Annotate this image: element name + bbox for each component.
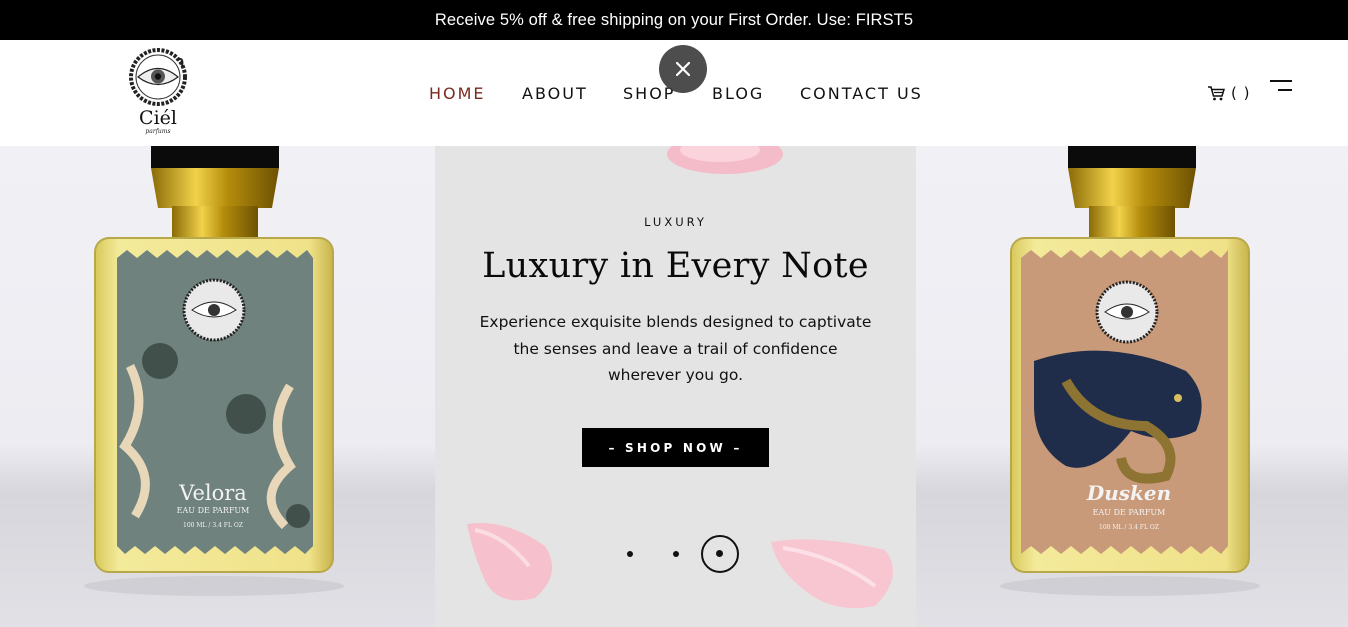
slide-dot-3-active[interactable] bbox=[701, 535, 739, 573]
perfume-bottle-velora: Velora EAU DE PARFUM 100 ML / 3.4 FL OZ bbox=[84, 146, 344, 596]
nav-home[interactable]: HOME bbox=[429, 84, 486, 103]
perfume-bottle-dusken: Dusken EAU DE PARFUM 100 ML / 3.4 FL OZ bbox=[1000, 146, 1260, 596]
product-size-velora: 100 ML / 3.4 FL OZ bbox=[183, 522, 243, 529]
close-button[interactable] bbox=[659, 45, 707, 93]
hero-title: Luxury in Every Note bbox=[482, 246, 869, 286]
slide-dot-2[interactable] bbox=[673, 551, 679, 557]
nav-about[interactable]: ABOUT bbox=[522, 84, 588, 103]
slider-pagination bbox=[435, 534, 916, 574]
product-type-velora: EAU DE PARFUM bbox=[177, 506, 250, 515]
product-size-dusken: 100 ML / 3.4 FL OZ bbox=[1099, 524, 1159, 531]
hero-content: LUXURY Luxury in Every Note Experience e… bbox=[435, 146, 916, 627]
hero-description-line: the senses and leave a trail of confiden… bbox=[513, 339, 838, 358]
slide-dot-1[interactable] bbox=[627, 551, 633, 557]
cart-count: ( ) bbox=[1231, 84, 1251, 102]
menu-line-icon bbox=[1270, 80, 1292, 82]
product-name-velora: Velora bbox=[178, 481, 247, 505]
brand-name: Ciél bbox=[139, 107, 177, 129]
announcement-bar: Receive 5% off & free shipping on your F… bbox=[0, 0, 1348, 40]
site-header: Ciél parfums HOME ABOUT SHOP BLOG CONTAC… bbox=[0, 40, 1348, 146]
hero-description: Experience exquisite blends designed to … bbox=[465, 309, 886, 389]
product-type-dusken: EAU DE PARFUM bbox=[1093, 508, 1166, 517]
close-icon bbox=[675, 61, 691, 77]
hero-eyebrow: LUXURY bbox=[644, 215, 707, 229]
nav-contact-us[interactable]: CONTACT US bbox=[800, 84, 923, 103]
hero-description-line: wherever you go. bbox=[608, 366, 743, 384]
menu-toggle-button[interactable] bbox=[1266, 78, 1292, 96]
product-name-dusken: Dusken bbox=[1086, 481, 1171, 505]
brand-sub: parfums bbox=[145, 128, 171, 135]
nav-blog[interactable]: BLOG bbox=[712, 84, 764, 103]
shop-now-button[interactable]: – SHOP NOW – bbox=[582, 428, 769, 467]
product-image-velora[interactable]: Velora EAU DE PARFUM 100 ML / 3.4 FL OZ bbox=[0, 146, 435, 627]
menu-line-icon bbox=[1278, 89, 1292, 91]
hero-description-line: Experience exquisite blends designed to … bbox=[479, 313, 872, 331]
cart-icon bbox=[1208, 86, 1225, 101]
hero-slider: Velora EAU DE PARFUM 100 ML / 3.4 FL OZ … bbox=[0, 146, 1348, 627]
product-image-dusken[interactable]: Dusken EAU DE PARFUM 100 ML / 3.4 FL OZ bbox=[916, 146, 1348, 627]
cart-button[interactable]: ( ) bbox=[1207, 84, 1250, 102]
announcement-text: Receive 5% off & free shipping on your F… bbox=[434, 10, 914, 29]
